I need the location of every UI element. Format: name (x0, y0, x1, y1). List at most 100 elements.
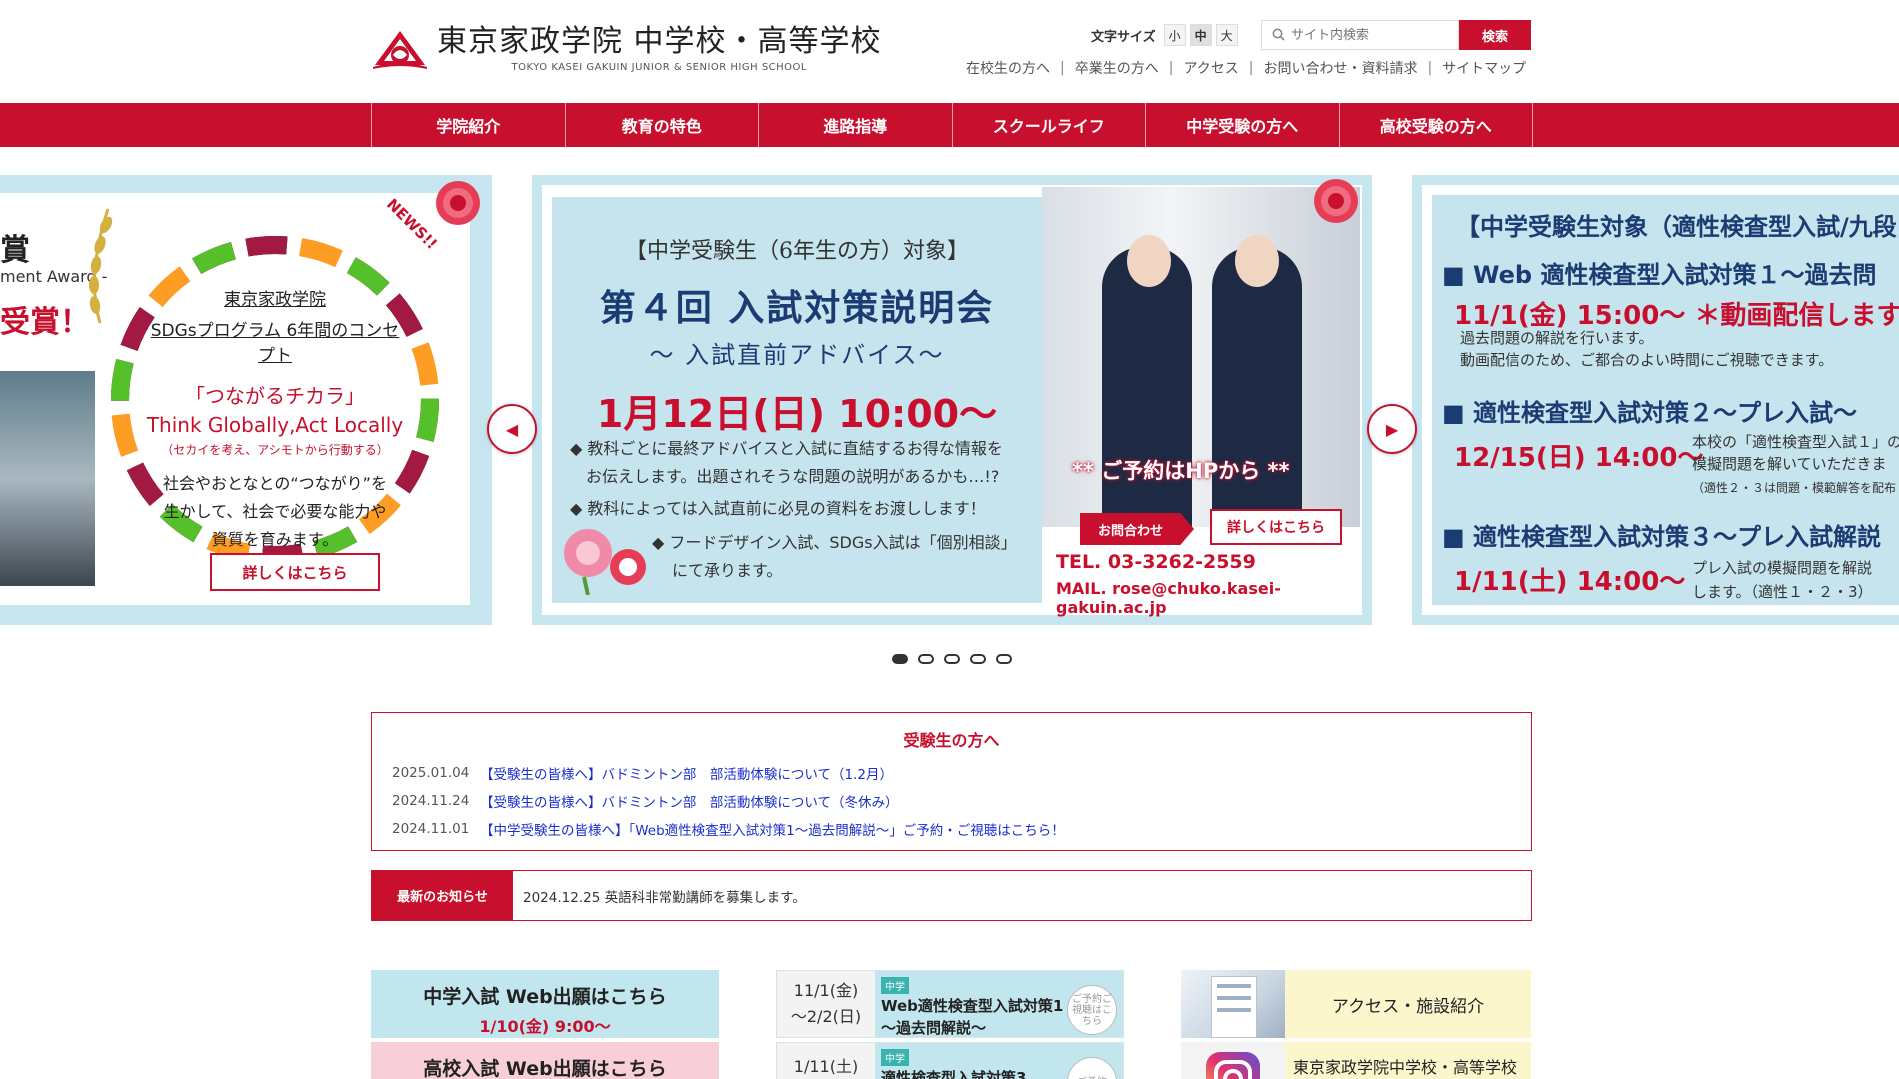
event-tag: 中学 (881, 977, 909, 994)
aptitude-section-3: ■ 適性検査型入試対策３～プレ入試解説 (1442, 523, 1882, 551)
slider-dot-3[interactable] (944, 654, 960, 664)
page: 東京家政学院 中学校・高等学校 TOKYO KASEI GAKUIN JUNIO… (0, 0, 1899, 1079)
subnav-contact[interactable]: お問い合わせ・資料請求 (1263, 58, 1417, 78)
exam-news-title: 受験生の方へ (903, 731, 1000, 750)
subnav-graduates[interactable]: 卒業生の方へ (1075, 58, 1159, 78)
nav-education[interactable]: 教育の特色 (564, 103, 759, 147)
briefing-target: 【中学受験生（6年生の方）対象】 (625, 239, 969, 264)
aptitude-text-3b: します。（適性１・２・3） (1692, 583, 1873, 601)
slide-exam-briefing[interactable]: 【中学受験生（6年生の方）対象】 第４回 入試対策説明会 ～ 入試直前アドバイス… (532, 175, 1372, 625)
event-date: 1/11(土) (777, 1043, 875, 1079)
subnav-current-students[interactable]: 在校生の方へ (966, 58, 1050, 78)
school-name-en: TOKYO KASEI GAKUIN JUNIOR & SENIOR HIGH … (511, 62, 807, 73)
subnav-separator: | (1427, 60, 1433, 76)
sdgs-line-5: （セカイを考え、アシモトから行動する） (161, 443, 389, 457)
reserve-badge[interactable]: ご予約ご視聴はこちら (1067, 985, 1117, 1035)
slider-dot-1[interactable] (892, 654, 908, 664)
briefing-subtitle: ～ 入試直前アドバイス～ (649, 341, 945, 369)
subnav-sitemap[interactable]: サイトマップ (1442, 58, 1526, 78)
event-body: 中学 適性検査型入試対策3 ご予約 (875, 1043, 1123, 1079)
exam-news-link[interactable]: 【受験生の皆様へ】バドミントン部 部活動体験について（冬休み） (480, 791, 899, 811)
site-logo[interactable]: 東京家政学院 中学校・高等学校 TOKYO KASEI GAKUIN JUNIO… (371, 24, 882, 73)
exam-news-link[interactable]: 【受験生の皆様へ】バドミントン部 部活動体験について（1.2月） (480, 763, 893, 783)
briefing-bullet-1b: お伝えします。出題されそうな問題の説明があるかも…!? (586, 467, 1000, 486)
nav-career[interactable]: 進路指導 (758, 103, 952, 147)
rose-icon (1314, 179, 1358, 223)
nav-senior-exam[interactable]: 高校受験の方へ (1338, 103, 1533, 147)
sdgs-detail-button[interactable]: 詳しくはこちら (210, 553, 380, 591)
slider-dot-2[interactable] (918, 654, 934, 664)
sdgs-line-6: 社会やおとなとの“つながり”を (163, 474, 387, 493)
utility-nav: 在校生の方へ | 卒業生の方へ | アクセス | お問い合わせ・資料請求 | サ… (966, 58, 1526, 78)
instagram-link[interactable]: 東京家政学院中学校・高等学校 (1181, 1042, 1531, 1079)
briefing-detail-button[interactable]: 詳しくはこちら (1210, 509, 1342, 545)
senior-web-application-button[interactable]: 高校入試 Web出願はこちら (371, 1042, 719, 1079)
exam-news-date: 2024.11.24 (392, 793, 470, 809)
junior-web-application-label: 中学入試 Web出願はこちら (423, 986, 667, 1008)
list-item: 2024.11.24 【受験生の皆様へ】バドミントン部 部活動体験について（冬休… (392, 787, 1065, 815)
sdgs-line-4: Think Globally,Act Locally (146, 413, 404, 437)
aptitude-text-2a: 本校の「適性検査型入試１」の (1692, 433, 1899, 451)
latest-news-label: 最新のお知らせ (372, 871, 513, 920)
sdgs-line-7: 生かして、社会で必要な能力や (163, 502, 387, 521)
search-button[interactable]: 検索 (1459, 20, 1531, 50)
event-card[interactable]: 11/1(金) ～2/2(日) 中学 Web適性検査型入試対策1 ～過去問解説～… (776, 970, 1124, 1038)
slider-pagination (892, 654, 1012, 664)
latest-news-link[interactable]: 2024.12.25 英語科非常勤講師を募集します。 (513, 871, 806, 920)
event-date-end: ～2/2(日) (790, 1007, 862, 1026)
slider-dot-4[interactable] (970, 654, 986, 664)
font-size-small-button[interactable]: 小 (1163, 24, 1186, 46)
slider-next-button[interactable]: ▶ (1367, 404, 1417, 454)
access-facilities-link[interactable]: アクセス・施設紹介 (1181, 970, 1531, 1038)
reserve-badge[interactable]: ご予約 (1067, 1057, 1117, 1079)
award-jp: 受賞！ (0, 305, 90, 340)
slide-aptitude-exam[interactable]: 【中学受験生対象（適性検査型入試/九段 ■ Web 適性検査型入試対策１～過去問… (1412, 175, 1899, 625)
exam-news-date: 2024.11.01 (392, 821, 470, 837)
inquiry-button[interactable]: お問合わせ (1080, 513, 1194, 545)
nav-school-life[interactable]: スクールライフ (951, 103, 1146, 147)
event-date: 11/1(金) ～2/2(日) (777, 971, 875, 1037)
event-card[interactable]: 1/11(土) 中学 適性検査型入試対策3 ご予約 (776, 1042, 1124, 1079)
search-input[interactable] (1291, 27, 1451, 43)
briefing-bullet-1a: ◆ 教科ごとに最終アドバイスと入試に直結するお得な情報を (570, 439, 1003, 458)
sdgs-concept: 東京家政学院 SDGsプログラム 6年間のコンセプト 「つながるチカラ」 Thi… (145, 285, 405, 550)
briefing-title: 第４回 入試対策説明会 (599, 287, 995, 329)
nav-junior-exam[interactable]: 中学受験の方へ (1145, 103, 1339, 147)
subnav-separator: | (1060, 60, 1065, 76)
building-photo (1181, 970, 1285, 1038)
aptitude-date-3: 1/11(土) 14:00～ (1454, 567, 1686, 597)
site-search: 検索 (1261, 20, 1531, 50)
junior-web-application-button[interactable]: 中学入試 Web出願はこちら 1/10(金) 9:00～ (371, 970, 719, 1038)
subnav-separator: | (1168, 60, 1174, 76)
exam-news-list: 2025.01.04 【受験生の皆様へ】バドミントン部 部活動体験について（1.… (392, 759, 1065, 843)
aptitude-text-3a: プレ入試の模擬問題を解説 (1692, 559, 1873, 577)
aptitude-section-1: ■ Web 適性検査型入試対策１～過去問 (1442, 261, 1877, 289)
briefing-bullet-3a: ◆ フードデザイン入試、SDGs入試は「個別相談」 (652, 533, 1017, 552)
hero-slider: 賞 ment Award - 受賞！ NEWS!! 東京家政学院 SDGsプログ… (0, 175, 1899, 625)
event-date-start: 11/1(金) (793, 981, 859, 1000)
slider-prev-button[interactable]: ◀ (487, 404, 537, 454)
aptitude-text-1a: 過去問題の解説を行います。 (1460, 329, 1654, 347)
mascot-icon (564, 529, 646, 595)
aptitude-section-2: ■ 適性検査型入試対策２～プレ入試～ (1442, 399, 1858, 427)
latest-news-bar: 最新のお知らせ 2024.12.25 英語科非常勤講師を募集します。 (371, 870, 1532, 921)
font-size-large-button[interactable]: 大 (1215, 24, 1238, 46)
site-header: 東京家政学院 中学校・高等学校 TOKYO KASEI GAKUIN JUNIO… (0, 0, 1899, 103)
aptitude-text-2c: （適性２・３は問題・模範解答を配布 (1692, 481, 1897, 495)
aptitude-text-2b: 模擬問題を解いていただきま (1692, 455, 1887, 473)
slider-dot-5[interactable] (996, 654, 1012, 664)
sdgs-line-1: 東京家政学院 (224, 290, 326, 310)
main-nav: 学院紹介 教育の特色 進路指導 スクールライフ 中学受験の方へ 高校受験の方へ (0, 103, 1899, 147)
search-icon (1272, 26, 1285, 45)
font-size-medium-button[interactable]: 中 (1189, 24, 1212, 46)
font-size-label: 文字サイズ (1091, 29, 1156, 45)
event-body: 中学 Web適性検査型入試対策1 ～過去問解説～ ご予約ご視聴はこちら (875, 971, 1123, 1037)
briefing-info-panel: 【中学受験生（6年生の方）対象】 第４回 入試対策説明会 ～ 入試直前アドバイス… (552, 197, 1042, 603)
senior-web-application-label: 高校入試 Web出願はこちら (423, 1058, 667, 1079)
sdgs-line-2: SDGsプログラム 6年間のコンセプト (150, 321, 400, 366)
nav-about[interactable]: 学院紹介 (371, 103, 565, 147)
subnav-access[interactable]: アクセス (1183, 58, 1238, 78)
slide-sdgs[interactable]: 賞 ment Award - 受賞！ NEWS!! 東京家政学院 SDGsプログ… (0, 175, 492, 625)
exam-news-link[interactable]: 【中学受験生の皆様へ】「Web適性検査型入試対策1～過去問解説～」ご予約・ご視聴… (480, 819, 1065, 839)
reserve-notice: ** ご予約はHPから ** (1072, 459, 1290, 483)
